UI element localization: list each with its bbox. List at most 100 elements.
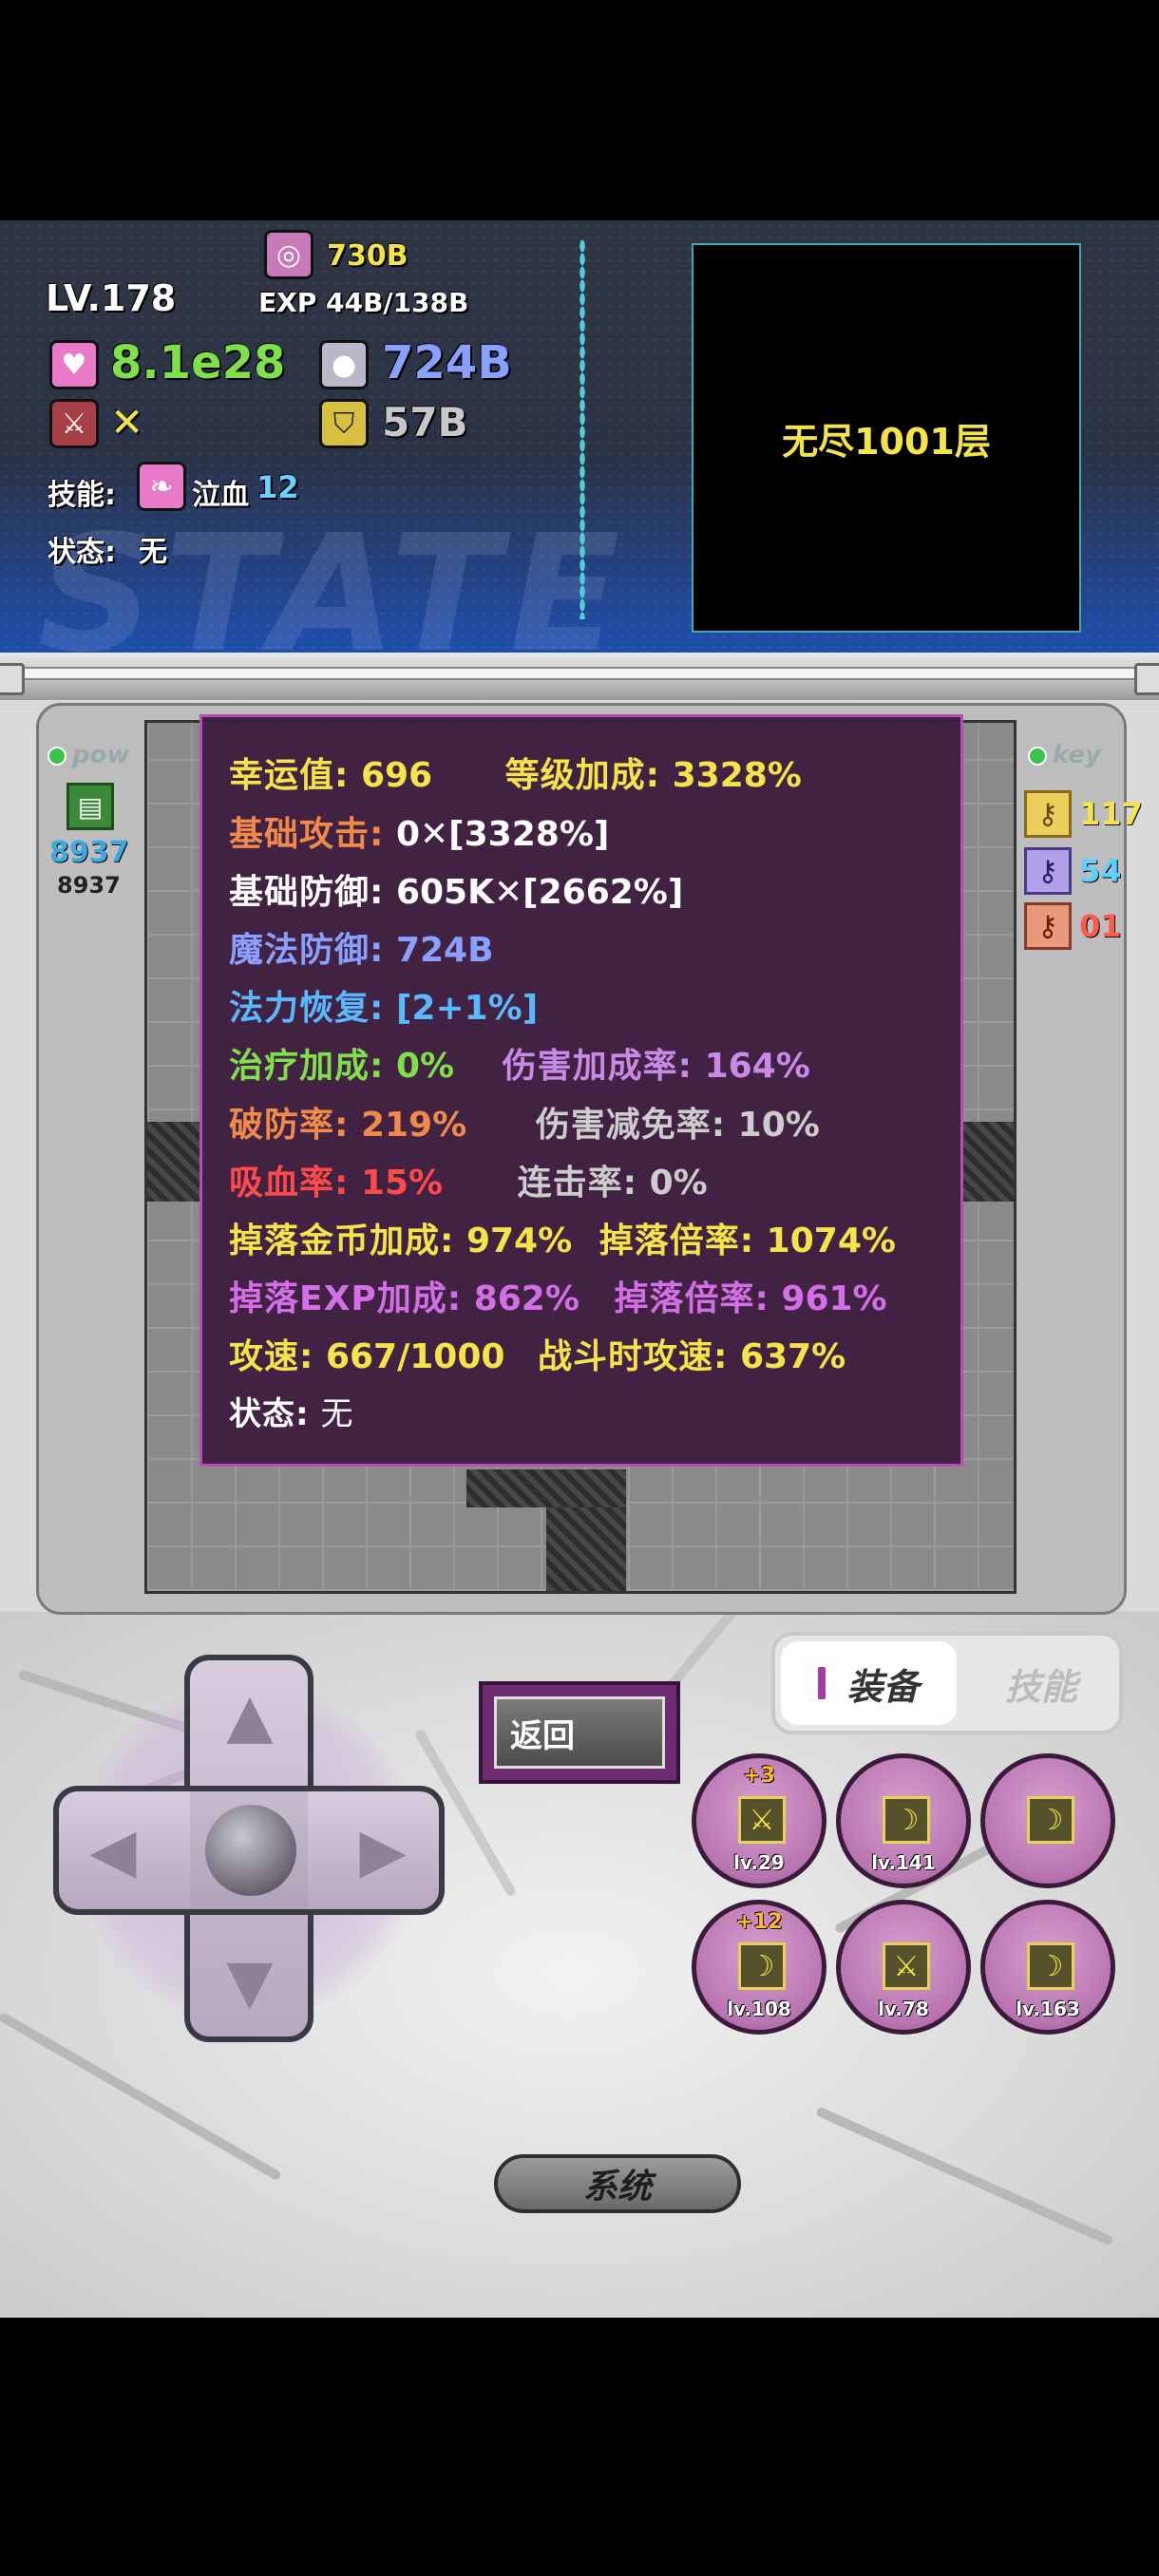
base-def-label: 基础防御: xyxy=(229,873,385,912)
sword-crossed-icon: ⚔ xyxy=(49,399,99,448)
status-value: 无 xyxy=(320,1395,353,1433)
status-panel: STATE LV.178 ◎ 730B EXP 44B/138B ♥ 8.1e2… xyxy=(0,220,1159,653)
skill-level: 12 xyxy=(256,469,299,505)
slot-level: lv.108 xyxy=(727,1998,791,2020)
key-title: key xyxy=(1053,741,1101,769)
stat-row-base-def: 基础防御: 605K✕[2662%] xyxy=(229,864,683,914)
heal-value: 0% xyxy=(395,1047,455,1086)
blue-key-count: 54 xyxy=(1079,853,1122,889)
gold-mult-value: 1074% xyxy=(766,1222,896,1260)
dmg-reduce-value: 10% xyxy=(737,1106,820,1145)
base-atk-label: 基础攻击: xyxy=(229,815,385,854)
dpad-down-button[interactable]: ▼ xyxy=(215,1947,285,2017)
back-button[interactable]: 返回 xyxy=(479,1681,680,1784)
combo-label: 连击率: xyxy=(517,1164,638,1203)
stat-row-lifesteal: 吸血率: 15% 连击率: 0% xyxy=(229,1155,708,1204)
dmg-bonus-label: 伤害加成率: xyxy=(502,1047,694,1086)
dpad-up-button[interactable]: ▲ xyxy=(215,1681,285,1752)
heal-label: 治疗加成: xyxy=(229,1047,385,1086)
stat-row-base-atk: 基础攻击: 0✕[3328%] xyxy=(229,806,609,856)
dpad-center-knob xyxy=(205,1805,296,1896)
equip-slot-4[interactable]: +12 ☽ lv.108 xyxy=(692,1900,826,2035)
luck-label: 幸运值: xyxy=(229,756,350,795)
pow-value: 8937 xyxy=(49,836,129,869)
equip-slot-2[interactable]: ☽ lv.141 xyxy=(836,1753,971,1888)
level-bonus-label: 等级加成: xyxy=(504,756,661,795)
wall-tile xyxy=(962,1122,1014,1202)
floor-display: 无尽1001层 xyxy=(692,243,1081,633)
back-button-label: 返回 xyxy=(494,1696,665,1769)
pierce-label: 破防率: xyxy=(229,1106,350,1145)
stat-row-gold-drop: 掉落金币加成: 974% 掉落倍率: 1074% xyxy=(229,1213,896,1262)
scythe-icon: ☽ xyxy=(738,1942,786,1990)
stat-row-heal: 治疗加成: 0% 伤害加成率: 164% xyxy=(229,1038,810,1088)
sword-icon: ⚔ xyxy=(738,1796,786,1844)
tab-skills[interactable]: 技能 xyxy=(965,1641,1117,1725)
gold-value: 730B xyxy=(327,239,408,273)
dpad-left-button[interactable]: ◀ xyxy=(78,1816,148,1886)
luck-value: 696 xyxy=(360,756,433,795)
speed-value: 667/1000 xyxy=(325,1337,505,1376)
stats-overlay: 幸运值: 696 等级加成: 3328% 基础攻击: 0✕[3328%] 基础防… xyxy=(200,714,963,1467)
def-value: 57B xyxy=(382,399,468,445)
gold-drop-value: 974% xyxy=(466,1222,573,1260)
key-indicator-dot xyxy=(1028,747,1047,766)
state-watermark: STATE xyxy=(38,501,630,653)
exp-drop-label: 掉落EXP加成: xyxy=(229,1279,463,1318)
floor-label: 无尽1001层 xyxy=(782,420,991,463)
combo-value: 0% xyxy=(649,1164,708,1203)
battle-speed-value: 637% xyxy=(739,1337,846,1376)
gold-mult-label: 掉落倍率: xyxy=(598,1222,755,1260)
slot-plus: +3 xyxy=(743,1764,775,1788)
skill-label: 技能: xyxy=(48,479,116,512)
tab-group: 装备 技能 xyxy=(771,1632,1123,1734)
tab-equipment[interactable]: 装备 xyxy=(781,1641,957,1725)
scythe-icon: ☽ xyxy=(1027,1796,1074,1844)
slot-level: lv.163 xyxy=(1016,1998,1080,2020)
dmg-reduce-label: 伤害减免率: xyxy=(535,1106,727,1145)
slot-level: lv.78 xyxy=(878,1998,929,2020)
panel-divider xyxy=(580,239,585,619)
lifesteal-value: 15% xyxy=(360,1164,444,1203)
base-atk-value: 0✕[3328%] xyxy=(395,815,610,854)
mp-regen-value: [2+1%] xyxy=(395,989,539,1028)
stat-row-speed: 攻速: 667/1000 战斗时攻速: 637% xyxy=(229,1329,846,1378)
stat-row-mdef: 魔法防御: 724B xyxy=(229,922,494,972)
yellow-key-count: 117 xyxy=(1079,796,1143,832)
battle-speed-label: 战斗时攻速: xyxy=(538,1337,729,1376)
slot-level: lv.29 xyxy=(733,1851,785,1874)
mdef-value: 724B xyxy=(395,931,494,970)
blood-drop-icon: ❧ xyxy=(137,462,186,511)
frame-rail xyxy=(0,667,1159,680)
skill-name: 泣血 xyxy=(192,479,249,512)
stat-row-exp-drop: 掉落EXP加成: 862% 掉落倍率: 961% xyxy=(229,1271,887,1320)
book-icon[interactable]: ▤ xyxy=(66,783,114,830)
equip-slot-6[interactable]: ☽ lv.163 xyxy=(980,1900,1115,2035)
mp-value: 724B xyxy=(382,336,512,389)
shield-icon: ⛉ xyxy=(319,399,369,448)
mdef-label: 魔法防御: xyxy=(229,931,385,970)
equip-slot-3[interactable]: ☽ xyxy=(980,1753,1115,1888)
equip-slot-1[interactable]: +3 ⚔ lv.29 xyxy=(692,1753,826,1888)
system-button[interactable]: 系统 xyxy=(494,2154,741,2213)
state-label: 状态: xyxy=(48,536,116,569)
pow-title: pow xyxy=(72,741,130,769)
sword-icon: ⚔ xyxy=(883,1942,930,1990)
exp-mult-value: 961% xyxy=(781,1279,887,1318)
blue-key-icon: ⚷ xyxy=(1024,847,1072,895)
dmg-bonus-value: 164% xyxy=(704,1047,810,1086)
dpad-right-button[interactable]: ▶ xyxy=(348,1816,418,1886)
mp-orb-icon: ● xyxy=(319,340,369,389)
stat-row-pierce: 破防率: 219% 伤害减免率: 10% xyxy=(229,1097,820,1146)
atk-mark: ✕ xyxy=(110,399,144,445)
speed-label: 攻速: xyxy=(229,1337,314,1376)
wall-tile xyxy=(466,1469,626,1507)
stat-row-status: 状态: 无 xyxy=(229,1388,352,1434)
base-def-value: 605K✕[2662%] xyxy=(395,873,684,912)
equip-slot-5[interactable]: ⚔ lv.78 xyxy=(836,1900,971,2035)
red-key-count: 01 xyxy=(1079,908,1122,944)
stat-row-mp-regen: 法力恢复: [2+1%] xyxy=(229,980,538,1030)
slot-level: lv.141 xyxy=(871,1851,936,1874)
exp-mult-label: 掉落倍率: xyxy=(614,1279,770,1318)
rail-cap-right xyxy=(1134,663,1159,695)
